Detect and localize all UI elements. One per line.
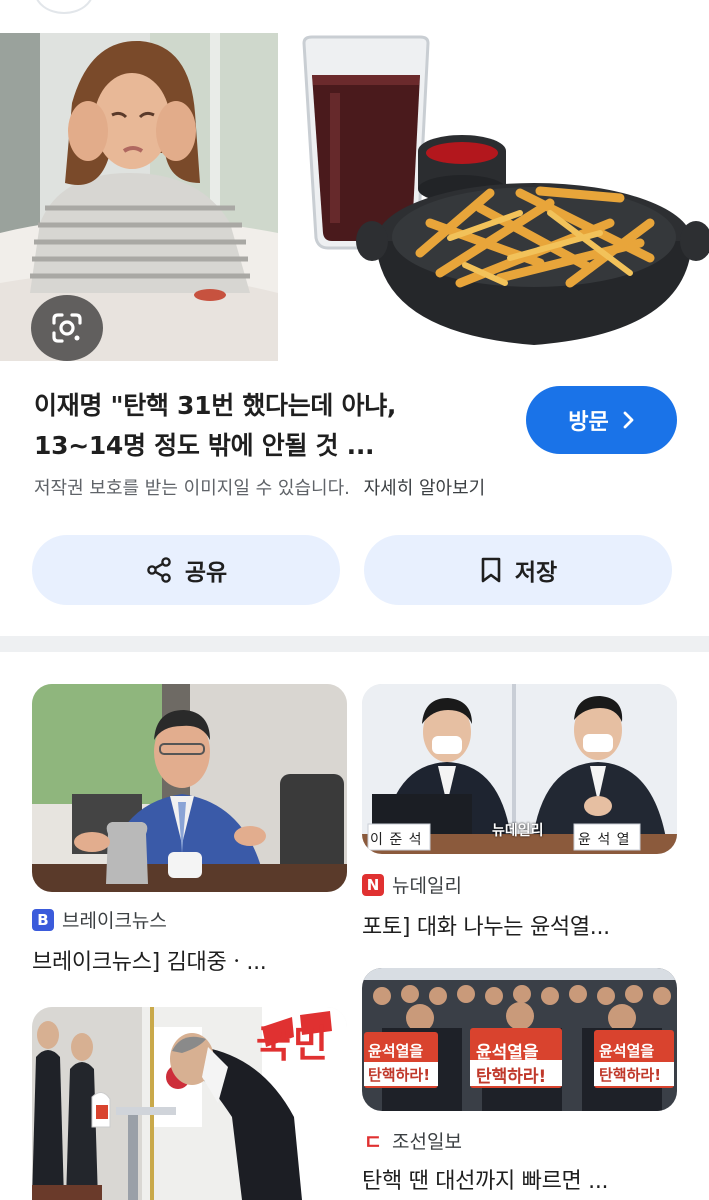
- share-icon: [147, 557, 171, 583]
- image-title[interactable]: 이재명 "탄핵 31번 했다는데 아냐, 13~14명 정도 밖에 안될 것 .…: [34, 386, 504, 466]
- nameplate-right: 윤 석 열: [578, 832, 631, 848]
- account-avatar[interactable]: [34, 0, 94, 14]
- visit-button[interactable]: 방문: [526, 386, 677, 454]
- save-button-label: 저장: [514, 560, 558, 586]
- protest-sign-text-1: 윤석열을: [368, 1042, 424, 1060]
- related-image-1[interactable]: [32, 684, 347, 892]
- related-title-2[interactable]: 포토] 대화 나누는 윤석열...: [362, 909, 610, 941]
- share-button[interactable]: 공유: [32, 535, 340, 605]
- protest-sign-text-2c: 탄핵하라!: [599, 1066, 662, 1084]
- related-image-3[interactable]: 윤석열을 탄핵하라! 윤석열을 탄핵하라! 윤석열을 탄핵하라!: [362, 968, 677, 1111]
- brand-logo-icon: B: [32, 908, 54, 931]
- protest-sign-text-1b: 윤석열을: [476, 1043, 539, 1063]
- learn-more-link[interactable]: 자세히 알아보기: [364, 478, 486, 499]
- preview-image-headache[interactable]: [0, 33, 278, 361]
- chevron-right-icon: [623, 411, 634, 429]
- brand-logo-icon: ㄷ: [362, 1129, 384, 1154]
- protest-sign-text-2b: 탄핵하라!: [476, 1067, 547, 1087]
- protest-sign-text-1c: 윤석열을: [599, 1042, 655, 1060]
- nameplate-left: 이 준 석: [370, 832, 423, 848]
- related-source-2[interactable]: N 뉴데일리: [362, 871, 462, 898]
- related-source-name: 뉴데일리: [392, 875, 462, 897]
- related-source-1[interactable]: B 브레이크뉴스: [32, 906, 167, 933]
- image-title-line1: 이재명 "탄핵 31번 했다는데 아냐,: [34, 391, 397, 420]
- protest-sign-text-2: 탄핵하라!: [368, 1066, 431, 1084]
- share-button-label: 공유: [184, 560, 228, 586]
- google-lens-button[interactable]: [31, 295, 103, 361]
- image-title-line2: 13~14명 정도 밖에 안될 것 ...: [34, 431, 375, 460]
- copyright-notice: 저작권 보호를 받는 이미지일 수 있습니다. 자세히 알아보기: [34, 474, 485, 500]
- related-title-3[interactable]: 탄핵 땐 대선까지 빠르면 ...: [362, 1163, 609, 1195]
- party-logo-text: 국민: [256, 1022, 330, 1066]
- section-divider: [0, 636, 709, 652]
- related-image-2[interactable]: 이 준 석 윤 석 열 뉴데일리: [362, 684, 677, 854]
- lens-icon: [52, 313, 82, 343]
- save-button[interactable]: 저장: [364, 535, 672, 605]
- related-source-3[interactable]: ㄷ 조선일보: [362, 1127, 462, 1154]
- visit-button-label: 방문: [568, 410, 609, 435]
- image-watermark: 뉴데일리: [492, 823, 544, 839]
- brand-logo-icon: N: [362, 873, 384, 896]
- bookmark-icon: [481, 557, 501, 583]
- related-image-4[interactable]: 국민: [32, 1007, 347, 1200]
- copyright-text: 저작권 보호를 받는 이미지일 수 있습니다.: [34, 478, 350, 499]
- related-source-name: 조선일보: [392, 1131, 462, 1153]
- related-source-name: 브레이크뉴스: [62, 910, 167, 932]
- preview-image-cola-fries[interactable]: [290, 33, 709, 361]
- related-title-1[interactable]: 브레이크뉴스] 김대중ㆍ...: [32, 944, 267, 976]
